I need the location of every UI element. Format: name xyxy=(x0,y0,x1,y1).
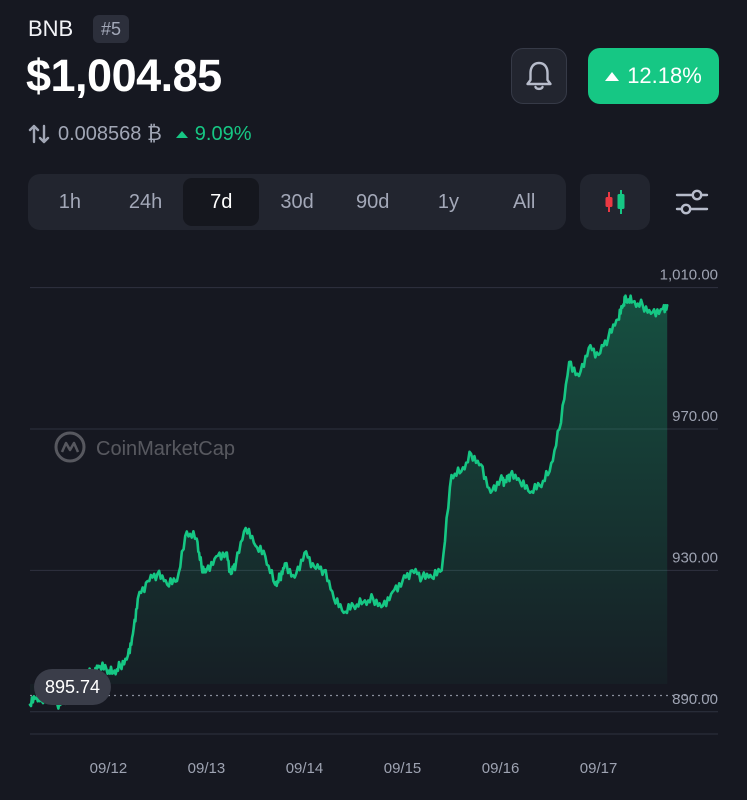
tab-all[interactable]: All xyxy=(486,178,562,226)
arrow-up-icon xyxy=(605,71,620,81)
sliders-icon xyxy=(675,189,709,215)
btc-price-change: 9.09% xyxy=(175,122,252,146)
current-price: $1,004.85 xyxy=(26,50,222,101)
chart-settings-button[interactable] xyxy=(664,174,720,230)
btc-price-row: 0.008568 ₿ 9.09% xyxy=(28,120,252,148)
x-tick-label: 09/13 xyxy=(188,760,226,777)
x-tick-label: 09/12 xyxy=(90,760,128,777)
tab-24h[interactable]: 24h xyxy=(108,178,184,226)
tab-1y[interactable]: 1y xyxy=(411,178,487,226)
coinmarketcap-watermark: CoinMarketCap xyxy=(54,431,235,463)
watermark-text: CoinMarketCap xyxy=(96,438,235,460)
swap-vertical-icon xyxy=(28,124,50,144)
price-change-badge: 12.18% xyxy=(588,48,719,104)
arrow-up-icon xyxy=(175,130,188,138)
time-range-tabs: 1h 24h 7d 30d 90d 1y All xyxy=(28,174,566,230)
y-tick-label: 930.00 xyxy=(672,549,718,566)
start-price-tag: 895.74 xyxy=(34,669,112,705)
y-tick-label: 890.00 xyxy=(672,691,718,708)
btc-change-value: 9.09% xyxy=(194,122,252,145)
candlestick-icon xyxy=(605,190,625,214)
x-tick-label: 09/14 xyxy=(286,760,324,777)
x-tick-label: 09/15 xyxy=(384,760,422,777)
y-tick-label: 970.00 xyxy=(672,408,718,425)
coinmarketcap-logo-icon xyxy=(54,431,86,463)
coin-symbol: BNB xyxy=(28,16,74,41)
price-change-value: 12.18% xyxy=(627,63,702,88)
x-tick-label: 09/16 xyxy=(482,760,520,777)
candlestick-toggle-button[interactable] xyxy=(580,174,650,230)
tab-90d[interactable]: 90d xyxy=(335,178,411,226)
tab-1h[interactable]: 1h xyxy=(32,178,108,226)
price-alert-button[interactable] xyxy=(511,48,567,104)
btc-price-value: 0.008568 ₿ xyxy=(58,122,162,145)
price-chart[interactable]: CoinMarketCap 1,010.00 970.00 930.00 890.00… xyxy=(0,250,747,800)
bell-icon xyxy=(526,61,552,91)
tab-30d[interactable]: 30d xyxy=(259,178,335,226)
rank-badge: #5 xyxy=(93,15,130,43)
x-tick-label: 09/17 xyxy=(580,760,618,777)
price-area-fill xyxy=(30,295,668,709)
tab-7d[interactable]: 7d xyxy=(183,178,260,226)
y-tick-label: 1,010.00 xyxy=(660,267,718,284)
